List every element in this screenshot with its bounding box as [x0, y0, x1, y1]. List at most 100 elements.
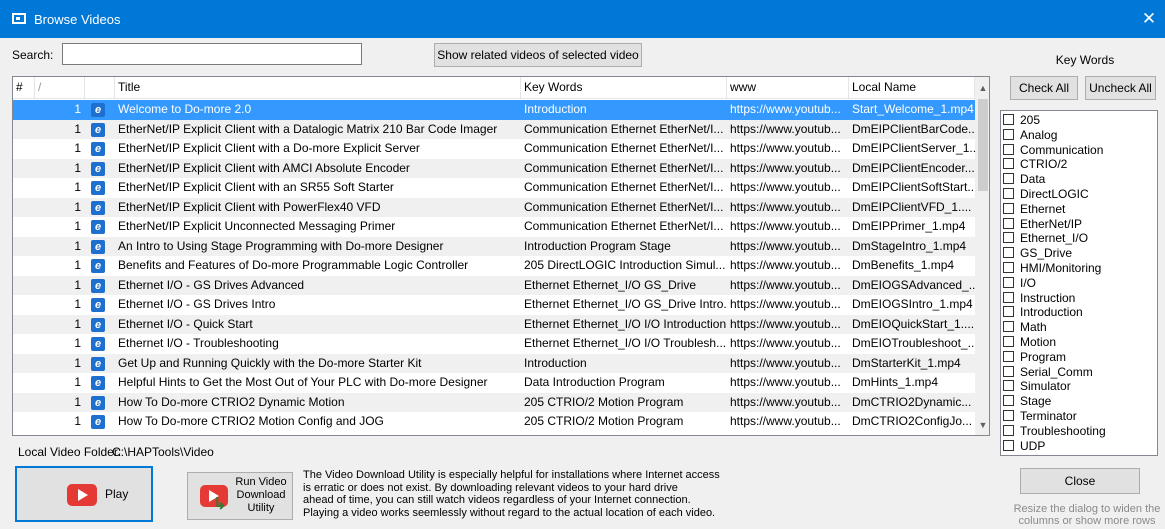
keyword-item[interactable]: Stage — [1003, 394, 1051, 409]
keyword-checkbox[interactable] — [1003, 276, 1014, 288]
keyword-item[interactable]: Data — [1003, 172, 1045, 187]
keyword-item[interactable]: Troubleshooting — [1003, 424, 1106, 439]
internet-explorer-icon: e — [91, 337, 105, 351]
row-title: Benefits and Features of Do-more Program… — [118, 258, 469, 272]
row-title: How To Do-more CTRIO2 Motion Config and … — [118, 414, 384, 428]
keyword-item[interactable]: Math — [1003, 320, 1047, 335]
table-row[interactable]: 1 e EtherNet/IP Explicit Client with AMCI … — [13, 158, 975, 178]
table-row[interactable]: 1 e Helpful Hints to Get the Most Out of Y… — [13, 373, 975, 393]
keyword-item[interactable]: Introduction — [1003, 305, 1083, 320]
keyword-checkbox[interactable] — [1003, 128, 1014, 140]
table-row[interactable]: 1 e EtherNet/IP Explicit Client with a Dat… — [13, 119, 975, 139]
keyword-item[interactable]: Motion — [1003, 335, 1056, 350]
column-header-number[interactable]: # — [13, 77, 35, 99]
row-title: EtherNet/IP Explicit Client with PowerFl… — [118, 199, 381, 214]
column-header-sort[interactable]: / — [35, 77, 85, 99]
keyword-checkbox[interactable] — [1003, 439, 1014, 451]
keyword-checkbox[interactable] — [1003, 202, 1014, 214]
keyword-item[interactable]: I/O — [1003, 276, 1036, 291]
column-header-www[interactable]: www — [727, 77, 849, 99]
run-download-utility-button[interactable]: ↳ Run Video Download Utility — [187, 472, 293, 520]
table-row[interactable]: 1 e Benefits and Features of Do-more Progr… — [13, 256, 975, 276]
row-www: https://www.youtub... — [730, 102, 841, 116]
table-row[interactable]: 1 e EtherNet/IP Explicit Unconnected Messa… — [13, 217, 975, 237]
keyword-checkbox[interactable] — [1003, 262, 1014, 273]
column-header-title[interactable]: Title — [115, 77, 521, 99]
table-row[interactable]: 1 e Welcome to Do-more 2.0 Introduction http… — [13, 100, 975, 120]
keyword-item[interactable]: UDP — [1003, 439, 1045, 454]
row-www: https://www.youtub... — [730, 297, 841, 311]
show-related-videos-button[interactable]: Show related videos of selected video — [434, 43, 642, 67]
keyword-item[interactable]: DirectLOGIC — [1003, 187, 1089, 202]
keyword-item[interactable]: Analog — [1003, 128, 1057, 143]
keyword-checkbox[interactable] — [1003, 395, 1014, 407]
keyword-label: EtherNet/IP — [1020, 216, 1083, 231]
keyword-item[interactable]: Terminator — [1003, 409, 1077, 424]
table-row[interactable]: 1 e How To Do-more CTRIO2 Dynamic Motion 20… — [13, 392, 975, 412]
close-button[interactable]: Close — [1020, 468, 1140, 494]
keyword-checkbox[interactable] — [1003, 365, 1014, 377]
keyword-checkbox[interactable] — [1003, 247, 1014, 259]
check-all-button[interactable]: Check All — [1010, 76, 1078, 100]
column-header-keywords[interactable]: Key Words — [521, 77, 727, 99]
keyword-checkbox[interactable] — [1003, 306, 1014, 318]
scrollbar-thumb[interactable] — [978, 99, 988, 191]
internet-explorer-icon: e — [91, 181, 105, 195]
keyword-item[interactable]: CTRIO/2 — [1003, 157, 1067, 172]
keyword-checkbox[interactable] — [1003, 114, 1014, 125]
keyword-checkbox[interactable] — [1003, 291, 1014, 303]
table-row[interactable]: 1 e EtherNet/IP Explicit Client with an SR… — [13, 178, 975, 198]
keyword-checkbox[interactable] — [1003, 336, 1014, 347]
keyword-label: I/O — [1020, 275, 1037, 290]
keyword-checkbox[interactable] — [1003, 232, 1014, 244]
column-header-local-name[interactable]: Local Name — [849, 77, 975, 99]
row-title: EtherNet/IP Explicit Client with AMCI Ab… — [118, 160, 410, 175]
video-grid[interactable]: # / Title Key Words www Local Name 1 e Wel… — [12, 76, 990, 436]
table-row[interactable]: 1 e EtherNet/IP Explicit Client with a Do-… — [13, 139, 975, 159]
play-button[interactable]: Play — [15, 466, 153, 522]
keyword-item[interactable]: Ethernet_I/O — [1003, 231, 1088, 246]
column-header-icon[interactable] — [85, 77, 115, 99]
scroll-down-icon[interactable]: ▼ — [975, 417, 989, 433]
table-row[interactable]: 1 e Ethernet I/O - Troubleshooting Ethernet… — [13, 334, 975, 354]
internet-explorer-icon: e — [91, 298, 105, 312]
table-row[interactable]: 1 e How To Do-more CTRIO2 Motion Config an… — [13, 412, 975, 432]
keyword-checkbox[interactable] — [1003, 158, 1014, 170]
table-row[interactable]: 1 e EtherNet/IP Explicit Client with Power… — [13, 197, 975, 217]
keyword-item[interactable]: 205 — [1003, 113, 1040, 128]
row-local-name: DmStarterKit_1.mp4 — [852, 355, 961, 370]
keyword-item[interactable]: GS_Drive — [1003, 246, 1072, 261]
internet-explorer-icon: e — [91, 317, 105, 332]
row-www: https://www.youtub... — [730, 355, 841, 370]
keyword-item[interactable]: Instruction — [1003, 291, 1075, 306]
scroll-up-icon[interactable]: ▲ — [975, 80, 989, 96]
keywords-checklist[interactable]: 205 Analog Communication CTRIO/2 Data DirectL… — [1000, 110, 1158, 456]
keyword-item[interactable]: Communication — [1003, 143, 1103, 158]
window-close-button[interactable]: ✕ — [1133, 0, 1165, 38]
keyword-checkbox[interactable] — [1003, 188, 1014, 199]
keyword-checkbox[interactable] — [1003, 143, 1014, 155]
keyword-checkbox[interactable] — [1003, 424, 1014, 436]
keyword-item[interactable]: EtherNet/IP — [1003, 217, 1082, 232]
keyword-item[interactable]: Ethernet — [1003, 202, 1065, 217]
search-input[interactable] — [62, 43, 362, 65]
row-number: 1 — [74, 375, 81, 389]
keyword-item[interactable]: Program — [1003, 350, 1066, 365]
table-row[interactable]: 1 e An Intro to Using Stage Programming wi… — [13, 236, 975, 256]
grid-scrollbar[interactable]: ▲ ▼ — [975, 77, 989, 435]
row-local-name: DmHints_1.mp4 — [852, 375, 939, 389]
keyword-item[interactable]: Simulator — [1003, 379, 1071, 394]
keyword-checkbox[interactable] — [1003, 380, 1014, 392]
table-row[interactable]: 1 e Ethernet I/O - Quick Start Ethernet Eth… — [13, 314, 975, 334]
keyword-checkbox[interactable] — [1003, 217, 1014, 229]
keyword-checkbox[interactable] — [1003, 321, 1014, 333]
uncheck-all-button[interactable]: Uncheck All — [1085, 76, 1156, 100]
keyword-checkbox[interactable] — [1003, 173, 1014, 185]
keyword-item[interactable]: HMI/Monitoring — [1003, 261, 1101, 276]
keyword-item[interactable]: Serial_Comm — [1003, 365, 1093, 380]
keyword-checkbox[interactable] — [1003, 410, 1014, 421]
table-row[interactable]: 1 e Ethernet I/O - GS Drives Advanced Ether… — [13, 275, 975, 295]
table-row[interactable]: 1 e Ethernet I/O - GS Drives Intro Ethernet… — [13, 295, 975, 315]
keyword-checkbox[interactable] — [1003, 350, 1014, 362]
table-row[interactable]: 1 e Get Up and Running Quickly with the Do… — [13, 353, 975, 373]
